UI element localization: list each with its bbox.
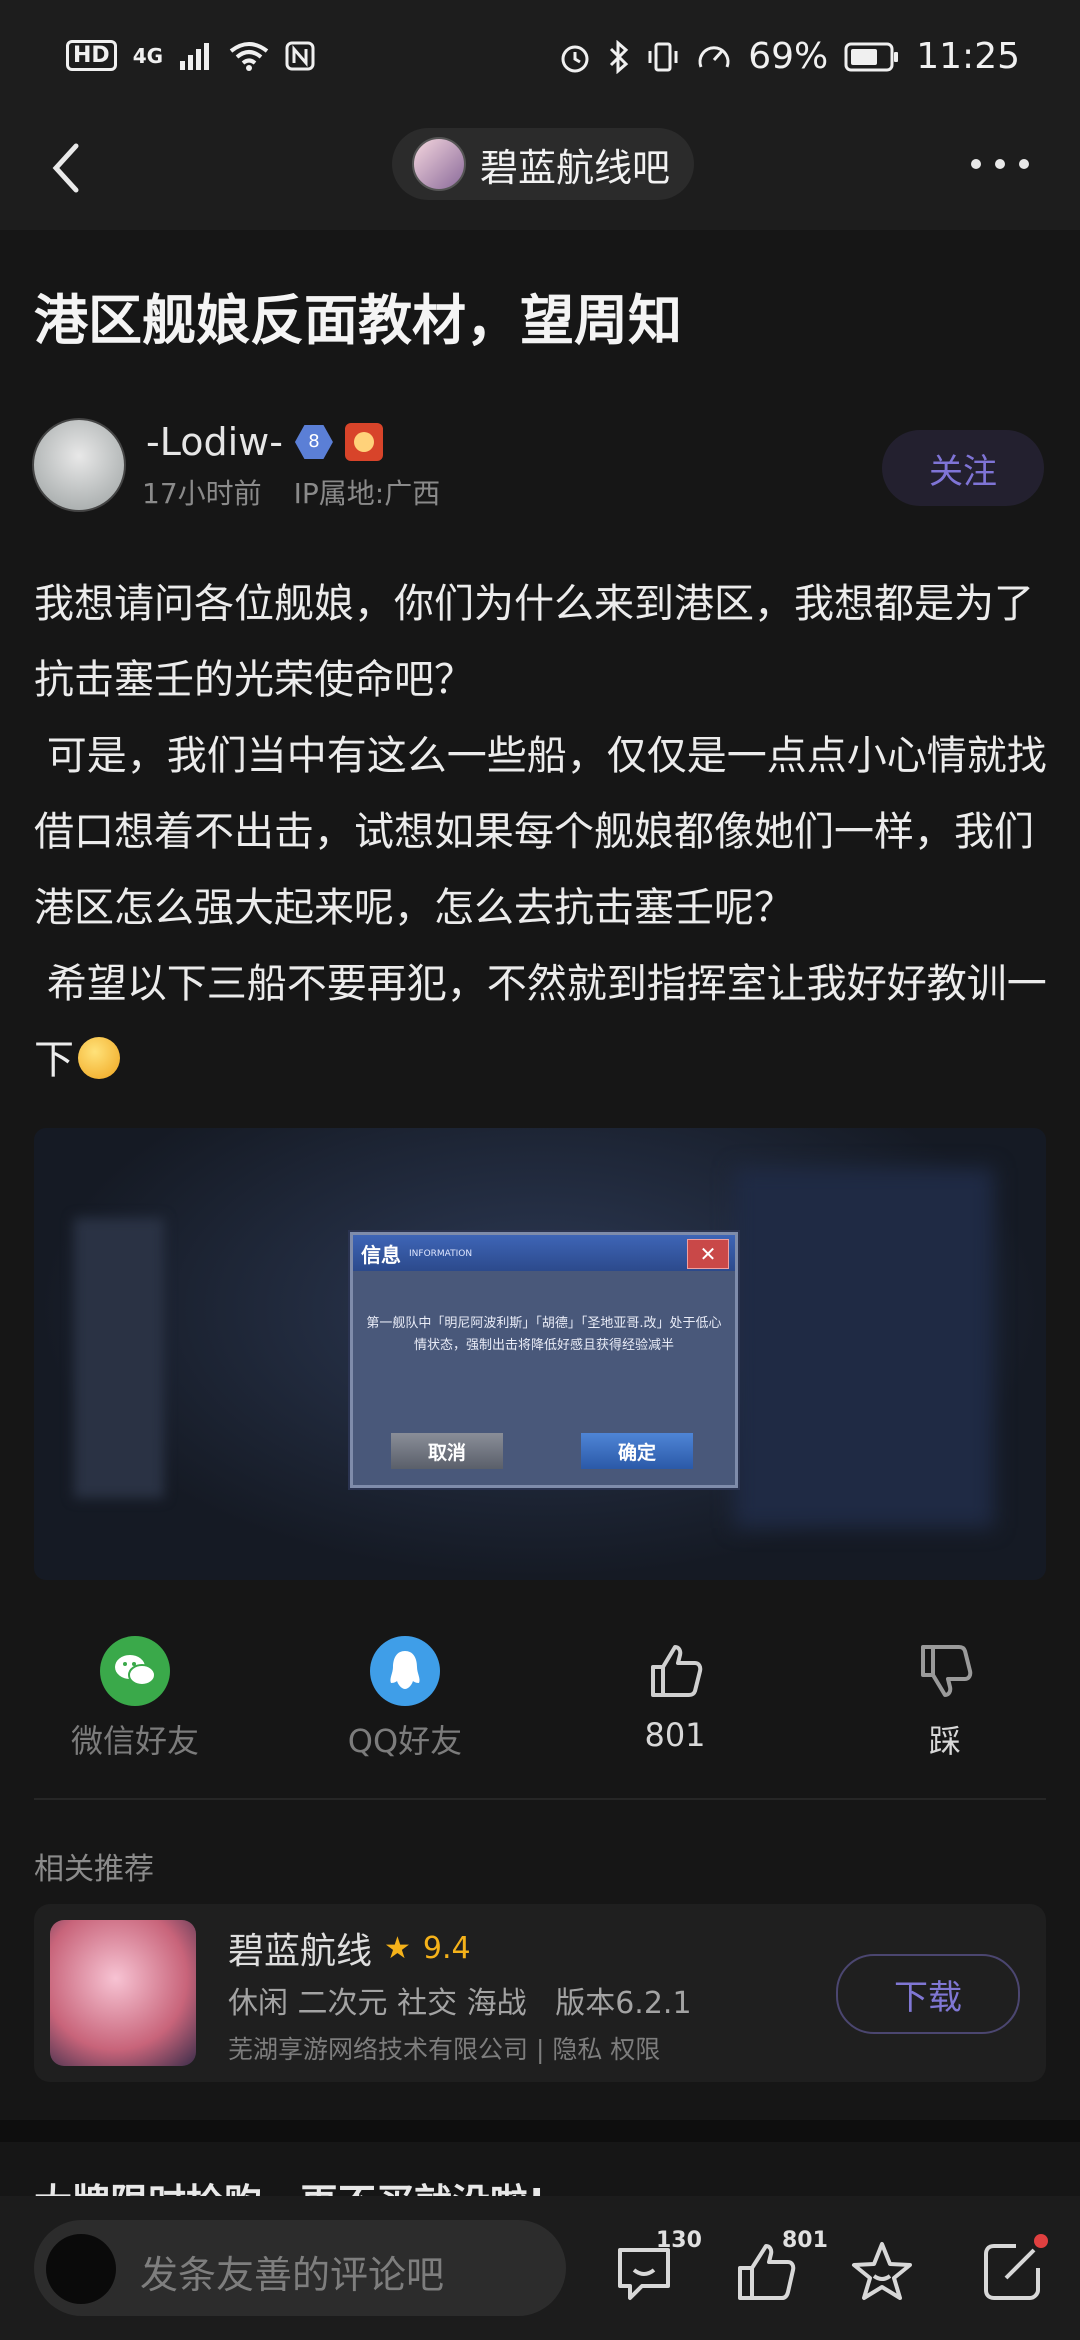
ip-location: IP属地:广西 — [293, 477, 441, 510]
post-body: 我想请问各位舰娘，你们为什么来到港区，我想都是为了抗击塞壬的光荣使命吧？ 可是，… — [34, 566, 1054, 1098]
post-meta: 17小时前 IP属地:广西 — [142, 472, 440, 512]
follow-button[interactable]: 关注 — [882, 430, 1044, 506]
forum-name: 碧蓝航线吧 — [480, 145, 671, 190]
share-wechat[interactable]: 微信好友 — [35, 1636, 235, 1762]
qq-label: QQ好友 — [347, 1722, 463, 1760]
app-title-row: 碧蓝航线 ★ 9.4 — [228, 1922, 471, 1974]
game-dialog: 信息 INFORMATION ✕ 第一舰队中「明尼阿波利斯」「胡德」「圣地亚哥.… — [350, 1232, 738, 1488]
vibrate-icon — [648, 42, 678, 71]
post-image[interactable]: 信息 INFORMATION ✕ 第一舰队中「明尼阿波利斯」「胡德」「圣地亚哥.… — [34, 1128, 1046, 1580]
dialog-subtitle: INFORMATION — [409, 1249, 473, 1259]
wechat-icon — [100, 1636, 170, 1706]
dislike-label: 踩 — [928, 1722, 961, 1760]
network-indicator: 4G — [132, 43, 164, 68]
user-avatar — [46, 2234, 116, 2304]
dislike-button[interactable]: 踩 — [845, 1636, 1045, 1762]
yum-emoji-icon — [78, 1037, 120, 1079]
thumbs-up-icon — [640, 1636, 710, 1706]
share-qq[interactable]: QQ好友 — [305, 1636, 505, 1762]
post-body-text: 我想请问各位舰娘，你们为什么来到港区，我想都是为了抗击塞壬的光荣使命吧？ 可是，… — [34, 581, 1047, 1083]
alarm-icon — [561, 45, 589, 72]
wifi-icon — [229, 41, 269, 71]
app-rating: 9.4 — [422, 1930, 471, 1966]
divider — [34, 1798, 1046, 1800]
battery-icon — [844, 42, 899, 71]
app-icon — [50, 1920, 196, 2066]
clock: 11:25 — [916, 36, 1020, 77]
recommend-label: 相关推荐 — [34, 1852, 154, 1887]
status-right: 69% 11:25 — [558, 36, 1020, 77]
like-count: 801 — [644, 1716, 706, 1754]
thumbs-down-icon — [910, 1636, 980, 1706]
level-badge: 8 — [294, 425, 333, 459]
comment-count: 130 — [656, 2228, 702, 2253]
post-time: 17小时前 — [142, 477, 262, 510]
more-horizontal-icon[interactable] — [960, 140, 1040, 188]
dialog-title: 信息 — [361, 1243, 401, 1267]
comment-placeholder: 发条友善的评论吧 — [140, 2253, 445, 2297]
dialog-ok-button: 确定 — [581, 1433, 693, 1469]
post-title: 港区舰娘反面教材，望周知 — [34, 289, 682, 352]
like-count-bottom: 801 — [782, 2228, 828, 2253]
app-tags: 休闲 二次元 社交 海战 版本6.2.1 — [228, 1986, 692, 2021]
bluetooth-icon — [610, 39, 629, 74]
close-icon: ✕ — [687, 1239, 729, 1269]
medal-icon — [344, 423, 383, 461]
forum-link[interactable]: 碧蓝航线吧 — [392, 128, 695, 200]
wechat-label: 微信好友 — [70, 1722, 199, 1760]
star-icon: ★ — [384, 1930, 411, 1966]
app-name: 碧蓝航线 — [228, 1931, 373, 1972]
chevron-left-icon[interactable] — [46, 138, 86, 198]
forum-avatar — [412, 137, 466, 191]
dialog-message: 第一舰队中「明尼阿波利斯」「胡德」「圣地亚哥.改」处于低心情状态，强制出击将降低… — [366, 1316, 722, 1353]
qq-icon — [370, 1636, 440, 1706]
section-separator — [0, 2120, 1080, 2142]
app-developer[interactable]: 芜湖享游网络技术有限公司 | 隐私 权限 — [228, 2030, 660, 2066]
author-row: -Lodiw- 8 — [146, 420, 383, 464]
hd-indicator: HD — [66, 40, 117, 71]
battery-percent: 69% — [748, 36, 829, 77]
notification-dot — [1034, 2234, 1048, 2248]
speed-icon — [698, 45, 730, 68]
author-avatar[interactable] — [32, 418, 126, 512]
signal-icon — [180, 42, 210, 70]
author-name[interactable]: -Lodiw- — [146, 420, 283, 464]
nfc-icon — [285, 41, 315, 70]
like-button[interactable]: 801 — [575, 1636, 775, 1754]
star-favorite-icon[interactable] — [846, 2236, 918, 2308]
dialog-cancel-button: 取消 — [391, 1433, 503, 1469]
download-button[interactable]: 下载 — [836, 1954, 1020, 2034]
status-left: HD 4G — [66, 40, 315, 71]
